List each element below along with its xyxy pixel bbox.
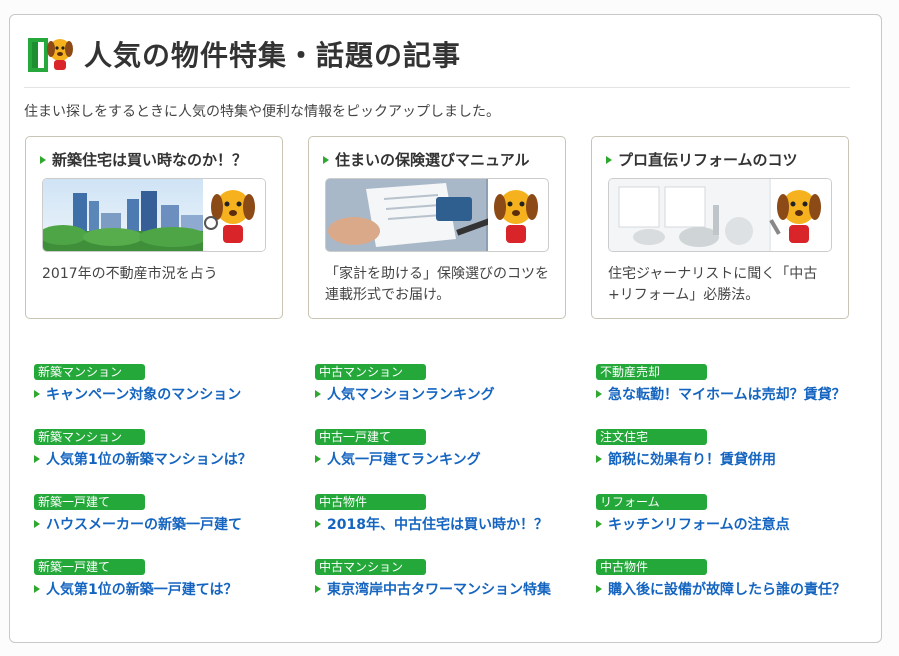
category-tag: 注文住宅 xyxy=(596,429,707,445)
triangle-bullet-icon xyxy=(606,156,612,164)
triangle-bullet-icon xyxy=(596,520,602,528)
topic-link[interactable]: ハウスメーカーの新築一戸建て xyxy=(34,514,242,534)
topic-link[interactable]: 人気第1位の新築一戸建ては？ xyxy=(34,579,237,599)
page-title: 人気の物件特集・話題の記事 xyxy=(84,39,462,72)
list-item: 新築マンション キャンペーン対象のマンション xyxy=(34,364,314,420)
white-room-mascot-image xyxy=(608,178,832,252)
topic-link[interactable]: 人気マンションランキング xyxy=(315,384,495,404)
intro-text: 住まい探しをするときに人気の特集や便利な情報をピックアップしました。 xyxy=(24,104,500,120)
triangle-bullet-icon xyxy=(596,455,602,463)
topic-link[interactable]: キャンペーン対象のマンション xyxy=(34,384,241,404)
topic-link[interactable]: 急な転勤！マイホームは売却？賃貸？ xyxy=(596,384,846,404)
topic-link[interactable]: 東京湾岸中古タワーマンション特集 xyxy=(315,579,551,599)
triangle-bullet-icon xyxy=(34,585,40,593)
category-tag: 中古物件 xyxy=(315,494,426,510)
feature-card-insurance[interactable]: 住まいの保険選びマニュアル 「家計を助ける」保険選びのコツを連載形式でお届け。 xyxy=(308,136,566,319)
door-mascot-icon xyxy=(24,32,76,76)
triangle-bullet-icon xyxy=(34,390,40,398)
list-item: 中古物件 購入後に設備が故障したら誰の責任？ xyxy=(596,559,876,615)
feature-card-title: プロ直伝リフォームのコツ xyxy=(606,149,798,170)
triangle-bullet-icon xyxy=(323,156,329,164)
topic-link[interactable]: キッチンリフォームの注意点 xyxy=(596,514,790,534)
triangle-bullet-icon xyxy=(596,390,602,398)
category-tag: 中古一戸建て xyxy=(315,429,426,445)
feature-card-description: 住宅ジャーナリストに聞く「中古+リフォーム」必勝法。 xyxy=(608,266,818,303)
list-item: 注文住宅 節税に効果有り！賃貸併用 xyxy=(596,429,876,485)
triangle-bullet-icon xyxy=(315,455,321,463)
triangle-bullet-icon xyxy=(315,520,321,528)
list-item: 中古マンション 人気マンションランキング xyxy=(315,364,595,420)
category-tag: 新築一戸建て xyxy=(34,559,145,575)
category-tag: 新築マンション xyxy=(34,429,145,445)
category-tag: 新築一戸建て xyxy=(34,494,145,510)
feature-card-title: 住まいの保険選びマニュアル xyxy=(323,149,530,170)
list-item: 新築一戸建て ハウスメーカーの新築一戸建て xyxy=(34,494,314,550)
list-item: リフォーム キッチンリフォームの注意点 xyxy=(596,494,876,550)
title-divider xyxy=(24,87,850,88)
feature-card-title: 新築住宅は買い時なのか！？ xyxy=(40,149,247,170)
list-item: 中古マンション 東京湾岸中古タワーマンション特集 xyxy=(315,559,595,615)
category-tag: 不動産売却 xyxy=(596,364,707,380)
list-item: 新築マンション 人気第1位の新築マンションは？ xyxy=(34,429,314,485)
category-tag: 新築マンション xyxy=(34,364,145,380)
list-item: 不動産売却 急な転勤！マイホームは売却？賃貸？ xyxy=(596,364,876,420)
triangle-bullet-icon xyxy=(315,585,321,593)
documents-mascot-image xyxy=(325,178,549,252)
feature-card-description: 「家計を助ける」保険選びのコツを連載形式でお届け。 xyxy=(325,266,549,303)
city-skyline-mascot-image xyxy=(42,178,266,252)
category-tag: 中古マンション xyxy=(315,364,426,380)
feature-card-description: 2017年の不動産市況を占う xyxy=(42,266,218,282)
triangle-bullet-icon xyxy=(596,585,602,593)
list-item: 中古一戸建て 人気一戸建てランキング xyxy=(315,429,595,485)
topic-link[interactable]: 人気一戸建てランキング xyxy=(315,449,481,469)
feature-card-new-housing[interactable]: 新築住宅は買い時なのか！？ 2017年の不動産市況を占う xyxy=(25,136,283,319)
topic-link[interactable]: 節税に効果有り！賃貸併用 xyxy=(596,449,776,469)
section-header: 人気の物件特集・話題の記事 xyxy=(24,28,461,80)
topic-link[interactable]: 購入後に設備が故障したら誰の責任？ xyxy=(596,579,846,599)
feature-card-reform[interactable]: プロ直伝リフォームのコツ 住宅ジャーナリストに聞く「中古+リフォーム」必勝法。 xyxy=(591,136,849,319)
category-tag: 中古物件 xyxy=(596,559,707,575)
triangle-bullet-icon xyxy=(34,455,40,463)
triangle-bullet-icon xyxy=(34,520,40,528)
category-tag: リフォーム xyxy=(596,494,707,510)
category-tag: 中古マンション xyxy=(315,559,426,575)
feature-cards: 新築住宅は買い時なのか！？ 2017年の不動産市況を占う 住まいの保険選びマニュ… xyxy=(25,136,851,319)
list-item: 新築一戸建て 人気第1位の新築一戸建ては？ xyxy=(34,559,314,615)
list-item: 中古物件 2018年、中古住宅は買い時か！？ xyxy=(315,494,595,550)
topic-link[interactable]: 人気第1位の新築マンションは？ xyxy=(34,449,252,469)
topic-link[interactable]: 2018年、中古住宅は買い時か！？ xyxy=(315,514,548,534)
triangle-bullet-icon xyxy=(315,390,321,398)
triangle-bullet-icon xyxy=(40,156,46,164)
